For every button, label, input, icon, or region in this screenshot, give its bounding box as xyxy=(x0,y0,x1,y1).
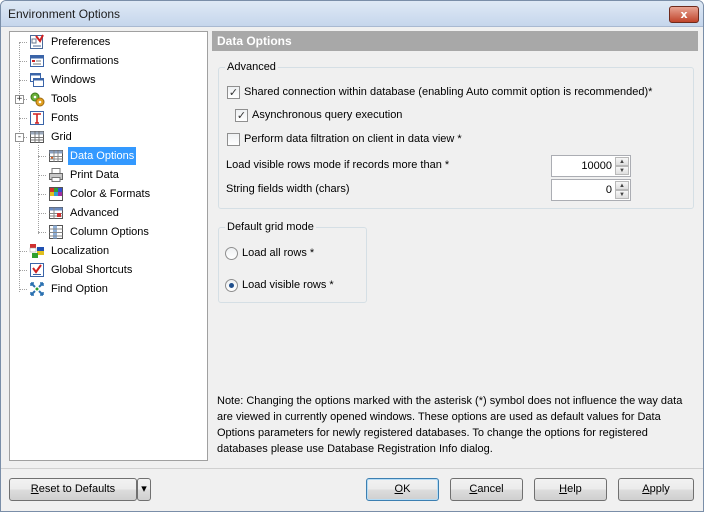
spin-up-icon[interactable]: ▲ xyxy=(615,157,629,166)
close-button[interactable]: x xyxy=(669,6,699,23)
spin-down-icon[interactable]: ▼ xyxy=(615,166,629,175)
column-options-icon xyxy=(49,225,63,239)
tree-item-label: Data Options xyxy=(68,147,137,165)
tree-item-label: Windows xyxy=(51,74,96,86)
tree-item-label: Print Data xyxy=(70,169,119,181)
print-data-icon xyxy=(49,168,63,182)
string-width-value: 0 xyxy=(605,184,612,196)
window-title: Environment Options xyxy=(8,7,121,21)
tools-expander[interactable]: + xyxy=(15,95,24,104)
advanced-icon xyxy=(49,207,63,219)
string-width-label: String fields width (chars) xyxy=(226,183,350,195)
visible-rows-value: 10000 xyxy=(581,160,612,172)
tools-icon xyxy=(30,92,45,107)
data-options-icon xyxy=(49,150,63,162)
client-filtration-checkbox[interactable] xyxy=(227,133,240,146)
tree-item-label: Global Shortcuts xyxy=(51,264,133,276)
client-filtration-label: Perform data filtration on client in dat… xyxy=(244,133,462,145)
async-query-label: Asynchronous query execution xyxy=(252,109,403,121)
load-visible-rows-radio[interactable] xyxy=(225,279,238,292)
options-tree[interactable]: + - Preferences Confirmations Windows To… xyxy=(9,31,208,461)
grid-expander[interactable]: - xyxy=(15,133,24,142)
tree-item-label: Fonts xyxy=(51,112,79,124)
visible-rows-label: Load visible rows mode if records more t… xyxy=(226,159,450,171)
global-shortcuts-icon xyxy=(30,263,44,277)
reset-to-defaults-button[interactable]: Reset to Defaults xyxy=(9,478,137,501)
spin-up-icon[interactable]: ▲ xyxy=(615,181,629,190)
tree-item-label: Tools xyxy=(51,93,77,105)
grid-mode-group: Default grid mode xyxy=(218,221,367,303)
help-button[interactable]: Help xyxy=(534,478,607,501)
shared-connection-checkbox[interactable]: ✓ xyxy=(227,86,240,99)
load-visible-rows-label: Load visible rows * xyxy=(242,279,334,291)
confirmations-icon xyxy=(30,55,44,67)
title-bar: Environment Options x xyxy=(1,1,703,27)
shared-connection-label: Shared connection within database (enabl… xyxy=(244,86,653,98)
bottom-separator xyxy=(1,468,703,469)
windows-icon xyxy=(30,73,44,87)
chevron-down-icon: ▾ xyxy=(141,483,147,495)
preferences-icon xyxy=(30,34,44,49)
advanced-group-title: Advanced xyxy=(225,61,278,73)
spin-down-icon[interactable]: ▼ xyxy=(615,190,629,199)
load-all-rows-radio[interactable] xyxy=(225,247,238,260)
grid-icon xyxy=(30,131,44,143)
find-option-icon xyxy=(30,282,44,296)
cancel-button[interactable]: Cancel xyxy=(450,478,523,501)
color-formats-icon xyxy=(49,187,63,201)
tree-item-label: Column Options xyxy=(70,226,149,238)
fonts-icon xyxy=(30,111,44,125)
visible-rows-spinner[interactable]: 10000 ▲ ▼ xyxy=(551,155,631,177)
tree-item-label: Confirmations xyxy=(51,55,119,67)
tree-item-label: Grid xyxy=(51,131,72,143)
panel-header: Data Options xyxy=(212,31,698,51)
tree-item-label: Color & Formats xyxy=(70,188,151,200)
async-query-checkbox[interactable]: ✓ xyxy=(235,109,248,122)
tree-item-label: Localization xyxy=(51,245,110,257)
string-width-spinner[interactable]: 0 ▲ ▼ xyxy=(551,179,631,201)
ok-button[interactable]: OK xyxy=(366,478,439,501)
apply-button[interactable]: Apply xyxy=(618,478,694,501)
tree-item-label: Find Option xyxy=(51,283,108,295)
note-text: Note: Changing the options marked with t… xyxy=(217,395,683,455)
tree-item-label: Advanced xyxy=(70,207,119,219)
load-all-rows-label: Load all rows * xyxy=(242,247,315,259)
reset-dropdown-button[interactable]: ▾ xyxy=(137,478,151,501)
tree-item-label: Preferences xyxy=(51,36,111,48)
grid-mode-group-title: Default grid mode xyxy=(225,221,316,233)
environment-options-dialog: Environment Options x + - Preferences Co… xyxy=(0,0,704,512)
localization-icon xyxy=(29,244,44,258)
